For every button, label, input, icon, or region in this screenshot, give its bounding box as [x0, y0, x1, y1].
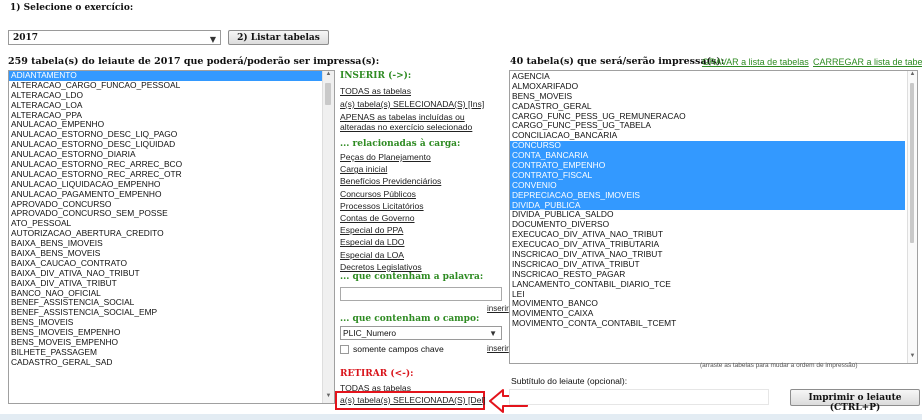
- subtitle-label: Subtítulo do leiaute (opcional):: [511, 376, 628, 386]
- related-link-beneficios[interactable]: Benefícios Previdenciários: [340, 176, 500, 188]
- inserir-title: INSERIR (->):: [340, 71, 412, 81]
- related-title: ... relacionadas à carga:: [340, 139, 461, 149]
- related-link-concursos[interactable]: Concursos Públicos: [340, 189, 500, 201]
- load-list-link[interactable]: CARREGAR a lista de tabelas: [813, 57, 922, 67]
- remove-selected-link[interactable]: a(s) tabela(s) SELECIONADA(S) [Del]: [340, 395, 486, 405]
- chevron-down-icon: ▼: [209, 34, 216, 44]
- drag-hint: (arraste as tabelas para mudar a ordem d…: [700, 362, 858, 369]
- scroll-thumb[interactable]: [910, 83, 914, 243]
- field-filter-title: ... que contenham o campo:: [340, 314, 480, 324]
- left-list-header: 259 tabela(s) do leiaute de 2017 que pod…: [8, 56, 380, 67]
- middle-panel: INSERIR (->): TODAS as tabelas a(s) tabe…: [340, 71, 502, 132]
- scroll-up-icon[interactable]: ▲: [908, 71, 917, 81]
- right-item[interactable]: LANCAMENTO_CONTABIL_DIARIO_TCE: [510, 279, 905, 290]
- related-link-ppa[interactable]: Especial do PPA: [340, 225, 500, 237]
- word-filter-title: ... que contenham a palavra:: [340, 272, 484, 282]
- insert-changed-link[interactable]: APENAS as tabelas incluídas ou alteradas…: [340, 112, 502, 132]
- right-item[interactable]: CONCILIACAO_BANCARIA: [510, 130, 905, 141]
- scroll-down-icon[interactable]: ▼: [323, 393, 334, 403]
- word-filter-value: [341, 289, 343, 298]
- related-link-loa[interactable]: Especial da LOA: [340, 250, 500, 262]
- save-list-link[interactable]: GRAVAR a lista de tabelas: [702, 57, 809, 67]
- step1-label: 1) Selecione o exercício:: [10, 3, 134, 13]
- insert-selected-link[interactable]: a(s) tabela(s) SELECIONADA(S) [Ins]: [340, 99, 502, 109]
- scroll-up-icon[interactable]: ▲: [323, 71, 334, 81]
- right-list-header: 40 tabela(s) que será/serão impressa(s):: [510, 56, 725, 67]
- insert-field-link[interactable]: inserir: [487, 344, 509, 353]
- list-tables-button[interactable]: 2) Listar tabelas: [228, 30, 329, 45]
- available-tables-list[interactable]: ADIANTAMENTO ALTERACAO_CARGO_FUNCAO_PESSO…: [8, 70, 335, 404]
- related-link-ldo[interactable]: Especial da LDO: [340, 237, 500, 249]
- subtitle-input[interactable]: [509, 389, 769, 405]
- related-links: Peças do Planejamento Carga inicial Bene…: [340, 152, 500, 274]
- key-only-checkbox[interactable]: [340, 345, 349, 354]
- scroll-thumb[interactable]: [325, 83, 331, 105]
- related-link-carga[interactable]: Carga inicial: [340, 164, 500, 176]
- key-only-label: somente campos chave: [353, 344, 444, 354]
- subtitle-value: [510, 391, 512, 400]
- left-list-scrollbar[interactable]: ▲ ▼: [322, 71, 334, 403]
- chevron-down-icon: ▼: [489, 329, 497, 338]
- left-item[interactable]: CADASTRO_GERAL_SAD: [9, 357, 322, 368]
- year-select-value: 2017: [13, 33, 39, 43]
- right-list-scrollbar[interactable]: ▲ ▼: [907, 71, 917, 363]
- print-button[interactable]: Imprimir o leiaute (CTRL+P): [790, 389, 920, 413]
- status-strip: [0, 414, 922, 420]
- year-select[interactable]: 2017 ▼: [8, 30, 221, 45]
- related-link-licitatorios[interactable]: Processos Licitatórios: [340, 201, 500, 213]
- right-item[interactable]: CONTRATO_FISCAL: [510, 170, 905, 181]
- right-item[interactable]: MOVIMENTO_CONTA_CONTABIL_TCEMT: [510, 318, 905, 329]
- field-select-value: PLIC_Numero: [343, 328, 397, 338]
- insert-word-link[interactable]: inserir: [487, 304, 509, 313]
- field-select[interactable]: PLIC_Numero ▼: [340, 326, 502, 340]
- related-link-contas-governo[interactable]: Contas de Governo: [340, 213, 500, 225]
- related-link-pecas[interactable]: Peças do Planejamento: [340, 152, 500, 164]
- scroll-down-icon[interactable]: ▼: [908, 353, 917, 363]
- insert-all-link[interactable]: TODAS as tabelas: [340, 86, 502, 96]
- remove-selected-wrap: a(s) tabela(s) SELECIONADA(S) [Del]: [340, 395, 486, 405]
- word-filter-input[interactable]: [340, 287, 502, 301]
- selected-tables-list[interactable]: AGENCIA ALMOXARIFADO BENS_MOVEIS CADASTRO_G…: [509, 70, 918, 364]
- retirar-title: RETIRAR (<-):: [340, 369, 414, 379]
